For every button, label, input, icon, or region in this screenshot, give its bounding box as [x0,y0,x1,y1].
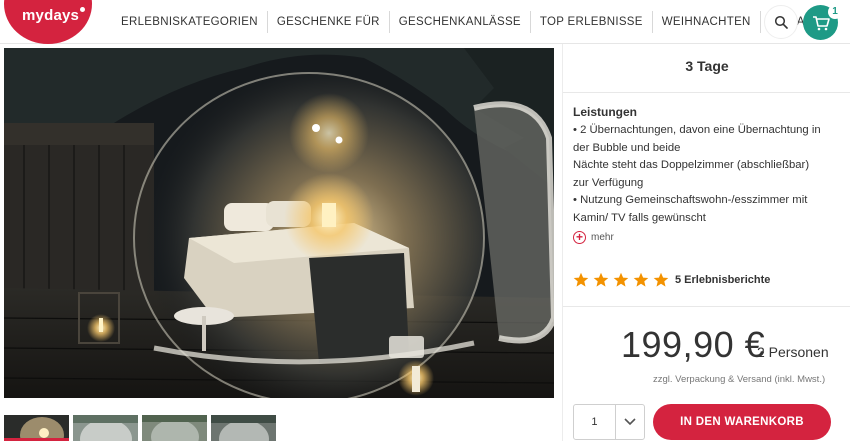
nav-item-geschenke-fuer[interactable]: GESCHENKE FÜR [268,11,390,33]
nav-item-top-erlebnisse[interactable]: TOP ERLEBNISSE [531,11,653,33]
reviews-count-link[interactable]: 5 Erlebnisberichte [675,274,770,286]
nav-item-erlebniskategorien[interactable]: ERLEBNISKATEGORIEN [112,11,268,33]
product-info-panel: 3 Tage Leistungen • 2 Übernachtungen, da… [562,44,850,441]
nav-item-geschenkanlaesse[interactable]: GESCHENKANLÄSSE [390,11,531,33]
more-label: mehr [591,232,614,243]
thumbnail-2[interactable] [73,415,138,441]
chevron-down-icon[interactable] [614,405,644,439]
services-heading: Leistungen [573,105,638,119]
services-line: der Bubble und beide [573,141,681,154]
add-to-cart-button[interactable]: IN DEN WARENKORB [653,404,831,440]
product-main-image[interactable] [4,48,554,398]
thumbnail-3[interactable] [142,415,207,441]
divider [563,92,850,93]
logo-text: mydays [22,7,80,24]
star-icon [653,272,669,287]
bubble-tent-photo [4,48,554,398]
search-button[interactable] [764,5,798,39]
services-line: Nächte steht das Doppelzimmer (abschließ… [573,159,810,171]
more-link[interactable]: + mehr [573,231,614,244]
persons-label: 2 Personen [757,344,829,360]
services-line: zur Verfügung [573,176,644,189]
services-list: • 2 Übernachtungen, davon eine Übernacht… [573,122,843,227]
star-icon [573,272,589,287]
duration-title: 3 Tage [685,58,729,74]
thumbnail-1[interactable] [4,415,69,441]
star-icon [593,272,609,287]
rating[interactable]: 5 Erlebnisberichte [573,272,770,288]
star-icon [633,272,649,287]
star-icon [613,272,629,287]
quantity-select[interactable]: 1 [573,404,645,440]
search-icon [774,15,788,29]
plus-circle-icon: + [573,231,586,244]
site-header: mydays ERLEBNISKATEGORIEN GESCHENKE FÜR … [0,0,850,44]
quantity-value: 1 [591,416,598,428]
nav-item-weihnachten[interactable]: WEIHNACHTEN [653,11,761,33]
price: 199,90 € [621,324,766,365]
cart-icon [812,15,830,30]
divider [563,306,850,307]
services-line: Kamin/ TV falls gewünscht [573,211,706,224]
cart-count-badge: 1 [828,5,842,19]
logo[interactable]: mydays [4,0,92,44]
thumbnail-4[interactable] [211,415,276,441]
shipping-note: zzgl. Verpackung & Versand (inkl. Mwst.) [653,374,826,385]
services-line: • 2 Übernachtungen, davon eine Übernacht… [573,124,821,136]
logo-dot [80,7,85,12]
main-nav: ERLEBNISKATEGORIEN GESCHENKE FÜR GESCHEN… [112,0,833,44]
services-line: • Nutzung Gemeinschaftswohn-/esszimmer m… [573,194,808,206]
thumbnail-strip [4,415,276,441]
